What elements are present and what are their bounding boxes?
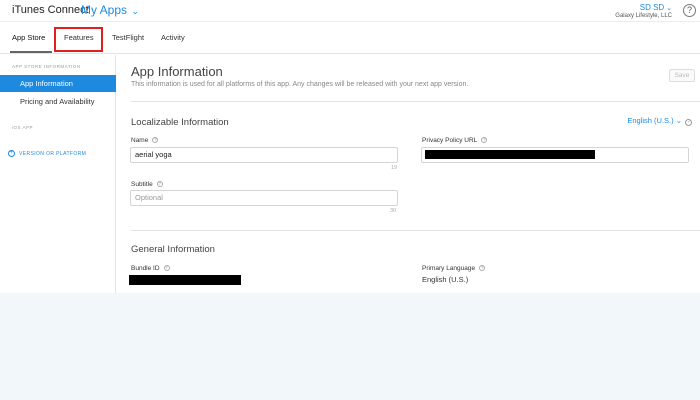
localizable-section-title: Localizable Information	[131, 117, 229, 128]
divider	[131, 101, 700, 102]
plus-icon: +	[8, 150, 15, 157]
add-version-label: VERSION OR PLATFORM	[19, 150, 87, 157]
name-input[interactable]: aerial yoga	[130, 147, 398, 163]
sidebar-item-pricing[interactable]: Pricing and Availability	[0, 93, 116, 110]
main-content: App Information This information is used…	[117, 55, 700, 293]
chevron-down-icon: ⌄	[675, 116, 682, 125]
account-name-label: SD SD	[639, 3, 665, 12]
my-apps-menu[interactable]: My Apps ⌄	[81, 3, 139, 17]
app-window: iTunes Connect My Apps ⌄ SD SD ⌄ Galaxy …	[0, 0, 700, 293]
app-info-panel: App Information This information is used…	[117, 55, 700, 293]
help-icon[interactable]: ?	[163, 265, 170, 272]
primary-language-label: Primary Language?	[422, 265, 486, 272]
save-button[interactable]: Save	[669, 69, 695, 82]
help-icon[interactable]: ?	[479, 265, 486, 272]
bundle-id-label-text: Bundle ID	[131, 265, 160, 272]
sidebar-item-app-information[interactable]: App Information	[0, 75, 116, 92]
add-version-button[interactable]: + VERSION OR PLATFORM	[8, 150, 86, 157]
primary-language-label-text: Primary Language	[422, 265, 476, 272]
help-icon[interactable]: ?	[152, 137, 159, 144]
account-org: Galaxy Lifestyle, LLC	[615, 13, 672, 19]
subtitle-label: Subtitle?	[131, 181, 163, 188]
general-section-title: General Information	[131, 244, 215, 255]
tab-activity[interactable]: Activity	[161, 33, 185, 42]
chevron-down-icon: ⌄	[129, 6, 140, 16]
tab-testflight[interactable]: TestFlight	[112, 33, 144, 42]
divider	[131, 230, 700, 231]
help-icon[interactable]: ?	[685, 119, 692, 126]
tab-bar: App Store Features TestFlight Activity	[0, 22, 700, 54]
active-tab-indicator	[10, 51, 52, 53]
language-selector[interactable]: English (U.S.) ⌄?	[627, 116, 692, 126]
account-menu[interactable]: SD SD ⌄ Galaxy Lifestyle, LLC	[615, 3, 672, 19]
sidebar-section-ios-app: iOS APP	[12, 125, 34, 130]
highlight-box	[54, 27, 103, 52]
name-char-counter: 19	[391, 165, 398, 171]
page-title: App Information	[131, 64, 223, 79]
name-label: Name?	[131, 137, 159, 144]
subtitle-char-counter: 30	[390, 208, 397, 214]
redacted-block	[425, 150, 595, 159]
top-bar: iTunes Connect My Apps ⌄ SD SD ⌄ Galaxy …	[0, 0, 700, 22]
sidebar-section-app-store: APP STORE INFORMATION	[12, 64, 81, 69]
subtitle-label-text: Subtitle	[131, 181, 153, 188]
help-icon[interactable]: ?	[481, 137, 488, 144]
chevron-down-icon: ⌄	[664, 5, 672, 12]
account-name: SD SD ⌄	[615, 3, 672, 12]
subtitle-input[interactable]: Optional	[130, 190, 398, 206]
brand-title: iTunes Connect	[12, 4, 89, 16]
primary-language-value: English (U.S.)	[422, 275, 469, 284]
help-icon[interactable]: ?	[156, 181, 163, 188]
privacy-policy-label: Privacy Policy URL?	[422, 137, 488, 144]
tab-app-store[interactable]: App Store	[12, 33, 45, 42]
bundle-id-label: Bundle ID?	[131, 265, 170, 272]
help-button[interactable]: ?	[683, 4, 696, 17]
privacy-policy-label-text: Privacy Policy URL	[422, 137, 478, 144]
name-label-text: Name	[131, 137, 149, 144]
page-subtitle: This information is used for all platfor…	[131, 81, 469, 88]
my-apps-label: My Apps	[81, 3, 128, 17]
redacted-block	[129, 275, 241, 285]
language-label: English (U.S.)	[627, 116, 674, 125]
sidebar: APP STORE INFORMATION App Information Pr…	[0, 55, 116, 293]
